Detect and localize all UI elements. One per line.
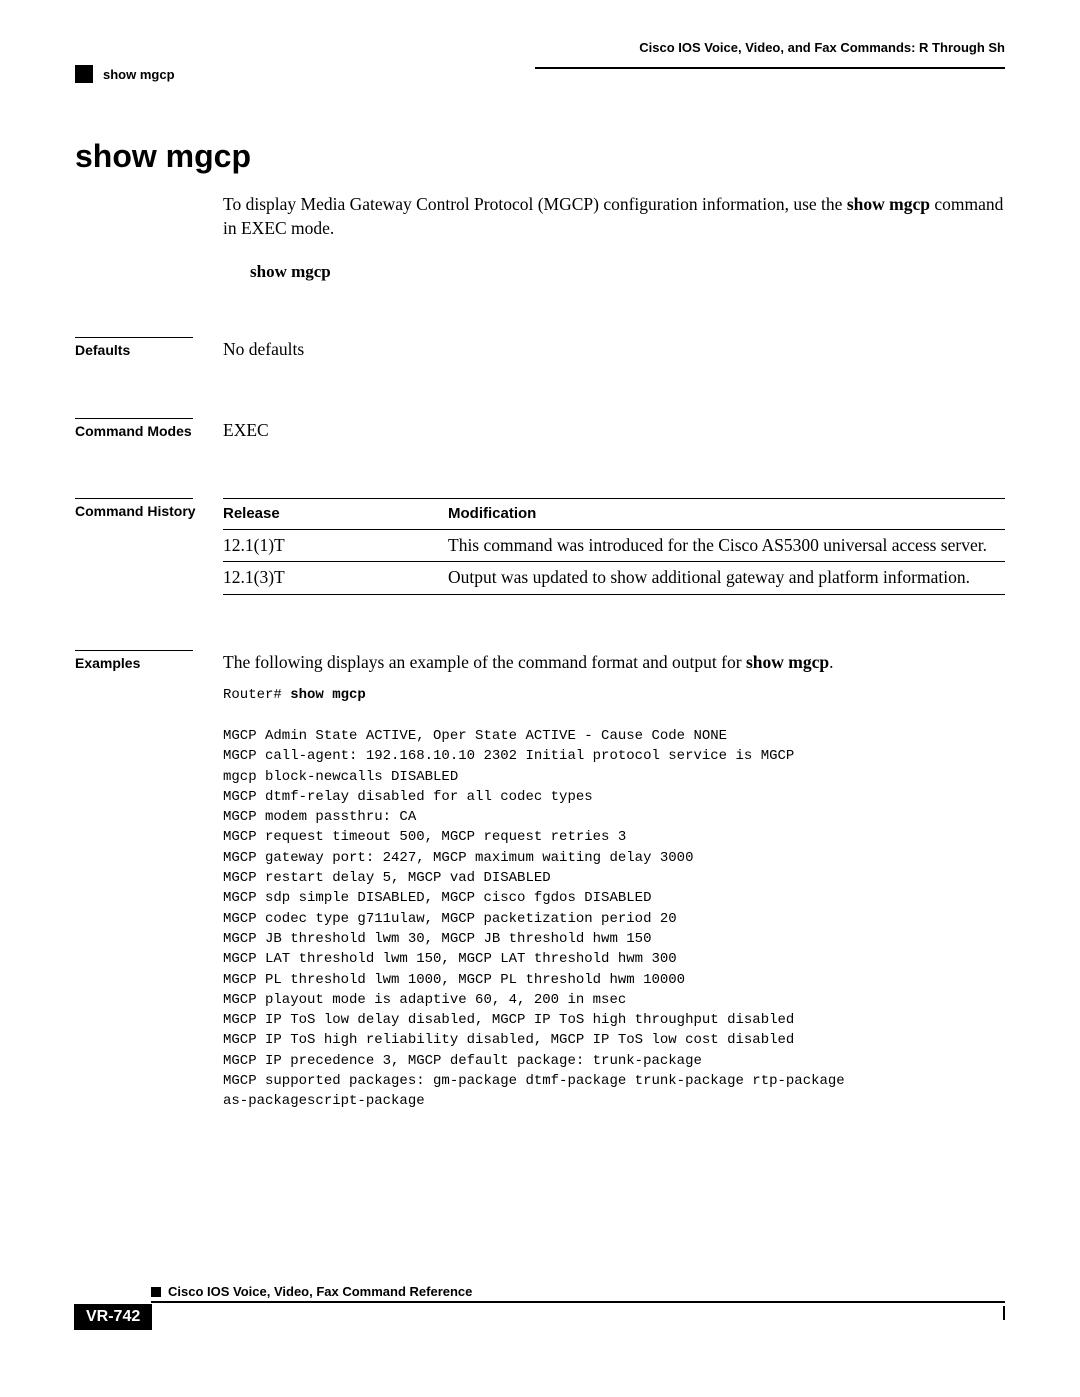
code-prompt-cmd: show mgcp [290, 687, 366, 703]
history-body: Release Modification 12.1(1)T This comma… [223, 498, 1005, 595]
examples-intro-post: . [829, 652, 833, 672]
modes-label-area: Command Modes [75, 418, 223, 443]
page-header: Cisco IOS Voice, Video, and Fax Commands… [75, 40, 1005, 83]
history-col-mod: Modification [448, 499, 1005, 530]
intro-paragraph: To display Media Gateway Control Protoco… [223, 193, 1005, 240]
mod-cell: Output was updated to show additional ga… [448, 562, 1005, 595]
intro-cmd-bold: show mgcp [847, 194, 930, 214]
modes-label: Command Modes [75, 423, 223, 439]
header-command: show mgcp [103, 67, 175, 82]
label-rule [75, 498, 193, 499]
label-rule [75, 418, 193, 419]
table-row: 12.1(1)T This command was introduced for… [223, 529, 1005, 562]
release-cell: 12.1(3)T [223, 562, 448, 595]
chapter-title: Cisco IOS Voice, Video, and Fax Commands… [75, 40, 1005, 57]
examples-intro: The following displays an example of the… [223, 650, 1005, 675]
examples-section: Examples The following displays an examp… [75, 650, 1005, 1112]
table-row: 12.1(3)T Output was updated to show addi… [223, 562, 1005, 595]
code-block: Router# show mgcp MGCP Admin State ACTIV… [223, 685, 1005, 1111]
history-col-release: Release [223, 499, 448, 530]
label-rule [75, 650, 193, 651]
history-label-area: Command History [75, 498, 223, 595]
examples-intro-bold: show mgcp [746, 652, 829, 672]
history-label: Command History [75, 503, 223, 519]
intro-pre: To display Media Gateway Control Protoco… [223, 194, 847, 214]
modes-section: Command Modes EXEC [75, 418, 1005, 443]
examples-label-area: Examples [75, 650, 223, 1112]
examples-label: Examples [75, 655, 223, 671]
defaults-label-area: Defaults [75, 337, 223, 362]
header-rule [535, 67, 1005, 69]
defaults-section: Defaults No defaults [75, 337, 1005, 362]
defaults-label: Defaults [75, 342, 223, 358]
footer-square-icon [151, 1287, 161, 1297]
page-title: show mgcp [75, 138, 1005, 175]
page-number: VR-742 [74, 1304, 152, 1330]
table-header-row: Release Modification [223, 499, 1005, 530]
bullet-square-icon [75, 65, 93, 83]
defaults-body: No defaults [223, 337, 1005, 362]
label-rule [75, 337, 193, 338]
edge-tick-icon [1003, 1306, 1005, 1320]
code-output: MGCP Admin State ACTIVE, Oper State ACTI… [223, 728, 853, 1109]
examples-body: The following displays an example of the… [223, 650, 1005, 1112]
examples-intro-pre: The following displays an example of the… [223, 652, 746, 672]
release-cell: 12.1(1)T [223, 529, 448, 562]
history-section: Command History Release Modification 12.… [75, 498, 1005, 595]
footer-rule [151, 1301, 1005, 1303]
syntax-line: show mgcp [250, 262, 1005, 282]
footer-doc-title: Cisco IOS Voice, Video, Fax Command Refe… [168, 1284, 472, 1299]
history-table: Release Modification 12.1(1)T This comma… [223, 498, 1005, 595]
code-prompt: Router# [223, 687, 290, 703]
modes-body: EXEC [223, 418, 1005, 443]
page: Cisco IOS Voice, Video, and Fax Commands… [0, 0, 1080, 1317]
mod-cell: This command was introduced for the Cisc… [448, 529, 1005, 562]
